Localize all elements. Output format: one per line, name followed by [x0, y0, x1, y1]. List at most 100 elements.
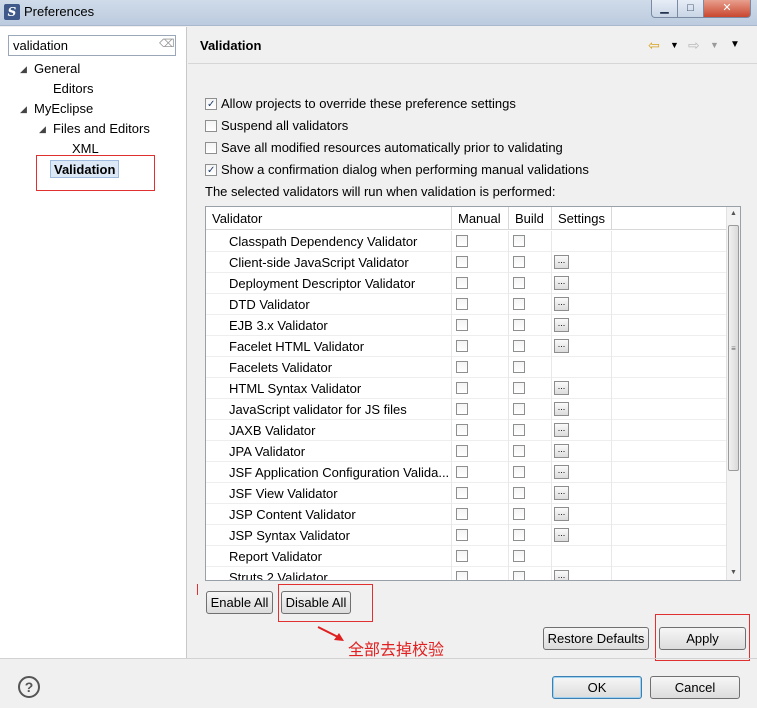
- validator-settings-button[interactable]: ...: [554, 381, 569, 395]
- table-row[interactable]: Classpath Dependency Validator: [206, 231, 728, 252]
- scroll-up-icon[interactable]: ▲: [727, 207, 740, 221]
- build-checkbox[interactable]: [513, 508, 525, 520]
- scroll-thumb[interactable]: ≡: [728, 225, 739, 471]
- table-row[interactable]: JavaScript validator for JS files...: [206, 399, 728, 420]
- manual-checkbox[interactable]: [456, 298, 468, 310]
- ok-button[interactable]: OK: [552, 676, 642, 699]
- validator-settings-button[interactable]: ...: [554, 528, 569, 542]
- cancel-button[interactable]: Cancel: [650, 676, 740, 699]
- table-row[interactable]: Struts 2 Validator...: [206, 567, 728, 580]
- tree-item-files-and-editors[interactable]: Files and Editors: [53, 120, 150, 138]
- manual-checkbox[interactable]: [456, 403, 468, 415]
- close-button[interactable]: ✕: [703, 0, 751, 18]
- column-header-build[interactable]: Build: [509, 207, 552, 230]
- manual-checkbox[interactable]: [456, 361, 468, 373]
- validator-settings-button[interactable]: ...: [554, 255, 569, 269]
- help-icon[interactable]: ?: [18, 676, 40, 698]
- option-allow-override[interactable]: Allow projects to override these prefere…: [205, 95, 516, 113]
- manual-checkbox[interactable]: [456, 445, 468, 457]
- build-checkbox[interactable]: [513, 571, 525, 580]
- validator-settings-button[interactable]: ...: [554, 318, 569, 332]
- validator-settings-button[interactable]: ...: [554, 486, 569, 500]
- vertical-scrollbar[interactable]: ▲ ≡ ▼: [726, 207, 740, 580]
- validator-settings-button[interactable]: ...: [554, 570, 569, 580]
- manual-checkbox[interactable]: [456, 424, 468, 436]
- validator-settings-button[interactable]: ...: [554, 276, 569, 290]
- save-modified-checkbox[interactable]: [205, 142, 217, 154]
- build-checkbox[interactable]: [513, 445, 525, 457]
- restore-defaults-button[interactable]: Restore Defaults: [543, 627, 649, 650]
- manual-checkbox[interactable]: [456, 508, 468, 520]
- clear-filter-icon[interactable]: ⌫: [159, 38, 175, 51]
- column-header-validator[interactable]: Validator: [206, 207, 452, 230]
- manual-checkbox[interactable]: [456, 235, 468, 247]
- option-show-confirmation[interactable]: Show a confirmation dialog when performi…: [205, 161, 589, 179]
- tree-item-general[interactable]: General: [34, 60, 80, 78]
- build-checkbox[interactable]: [513, 403, 525, 415]
- column-header-settings[interactable]: Settings: [552, 207, 612, 230]
- manual-checkbox[interactable]: [456, 256, 468, 268]
- manual-checkbox[interactable]: [456, 466, 468, 478]
- allow-override-checkbox[interactable]: [205, 98, 217, 110]
- build-checkbox[interactable]: [513, 529, 525, 541]
- build-checkbox[interactable]: [513, 487, 525, 499]
- view-menu-icon[interactable]: ▼: [730, 36, 740, 54]
- table-row[interactable]: Report Validator: [206, 546, 728, 567]
- back-dropdown-icon[interactable]: ▼: [670, 36, 679, 54]
- validator-settings-button[interactable]: ...: [554, 297, 569, 311]
- table-row[interactable]: EJB 3.x Validator...: [206, 315, 728, 336]
- manual-checkbox[interactable]: [456, 550, 468, 562]
- table-row[interactable]: JSP Syntax Validator...: [206, 525, 728, 546]
- option-save-modified[interactable]: Save all modified resources automaticall…: [205, 139, 563, 157]
- build-checkbox[interactable]: [513, 256, 525, 268]
- suspend-all-checkbox[interactable]: [205, 120, 217, 132]
- build-checkbox[interactable]: [513, 382, 525, 394]
- build-checkbox[interactable]: [513, 319, 525, 331]
- table-row[interactable]: DTD Validator...: [206, 294, 728, 315]
- expanded-arrow-icon[interactable]: ◢: [20, 100, 27, 118]
- manual-checkbox[interactable]: [456, 382, 468, 394]
- validator-settings-button[interactable]: ...: [554, 339, 569, 353]
- build-checkbox[interactable]: [513, 466, 525, 478]
- back-arrow-icon[interactable]: ⇦: [648, 36, 660, 54]
- table-row[interactable]: JSP Content Validator...: [206, 504, 728, 525]
- build-checkbox[interactable]: [513, 340, 525, 352]
- tree-item-myeclipse[interactable]: MyEclipse: [34, 100, 93, 118]
- table-row[interactable]: JAXB Validator...: [206, 420, 728, 441]
- manual-checkbox[interactable]: [456, 340, 468, 352]
- option-suspend-all[interactable]: Suspend all validators: [205, 117, 348, 135]
- table-row[interactable]: Facelets Validator: [206, 357, 728, 378]
- build-checkbox[interactable]: [513, 424, 525, 436]
- table-row[interactable]: JSF Application Configuration Valida....…: [206, 462, 728, 483]
- validator-settings-button[interactable]: ...: [554, 465, 569, 479]
- table-row[interactable]: Client-side JavaScript Validator...: [206, 252, 728, 273]
- validator-settings-button[interactable]: ...: [554, 444, 569, 458]
- tree-item-editors[interactable]: Editors: [53, 80, 93, 98]
- show-confirmation-checkbox[interactable]: [205, 164, 217, 176]
- manual-checkbox[interactable]: [456, 487, 468, 499]
- manual-checkbox[interactable]: [456, 529, 468, 541]
- manual-checkbox[interactable]: [456, 571, 468, 580]
- table-row[interactable]: Facelet HTML Validator...: [206, 336, 728, 357]
- validator-settings-button[interactable]: ...: [554, 402, 569, 416]
- scroll-down-icon[interactable]: ▼: [727, 566, 740, 580]
- minimize-button[interactable]: ▁: [651, 0, 678, 18]
- column-header-manual[interactable]: Manual: [452, 207, 509, 230]
- build-checkbox[interactable]: [513, 277, 525, 289]
- validator-settings-button[interactable]: ...: [554, 423, 569, 437]
- expanded-arrow-icon[interactable]: ◢: [39, 120, 46, 138]
- forward-arrow-icon[interactable]: ⇨: [688, 36, 700, 54]
- build-checkbox[interactable]: [513, 235, 525, 247]
- build-checkbox[interactable]: [513, 361, 525, 373]
- maximize-button[interactable]: □: [677, 0, 704, 18]
- forward-dropdown-icon[interactable]: ▼: [710, 36, 719, 54]
- table-row[interactable]: HTML Syntax Validator...: [206, 378, 728, 399]
- filter-input[interactable]: validation ⌫: [8, 35, 176, 56]
- build-checkbox[interactable]: [513, 550, 525, 562]
- build-checkbox[interactable]: [513, 298, 525, 310]
- manual-checkbox[interactable]: [456, 319, 468, 331]
- table-row[interactable]: Deployment Descriptor Validator...: [206, 273, 728, 294]
- table-row[interactable]: JPA Validator...: [206, 441, 728, 462]
- enable-all-button[interactable]: Enable All: [206, 591, 273, 614]
- table-row[interactable]: JSF View Validator...: [206, 483, 728, 504]
